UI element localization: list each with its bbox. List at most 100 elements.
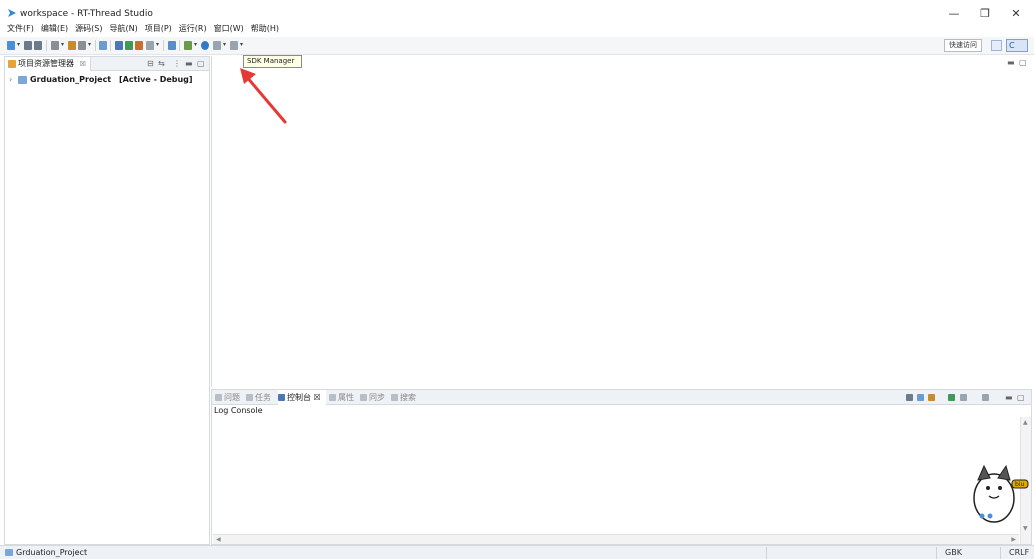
terminal-icon[interactable] — [125, 41, 133, 50]
display-console-icon[interactable] — [948, 394, 955, 401]
show-on-output-icon[interactable] — [917, 394, 924, 401]
minimize-button[interactable]: — — [945, 6, 963, 22]
toolbar-separator — [179, 40, 180, 51]
project-name: Grduation_Project — [30, 75, 112, 84]
menu-bar: 文件(F) 编辑(E) 源码(S) 导航(N) 项目(P) 运行(R) 窗口(W… — [0, 22, 286, 36]
new-dropdown-icon[interactable]: ▾ — [17, 41, 20, 48]
tab-console[interactable]: 控制台 ☒ — [278, 390, 326, 405]
back-icon[interactable] — [213, 41, 221, 50]
clean-icon[interactable] — [78, 41, 86, 50]
tab-project-explorer[interactable]: 项目资源管理器 ☒ — [5, 57, 91, 71]
flash-icon[interactable] — [184, 41, 192, 50]
menu-edit[interactable]: 编辑(E) — [41, 22, 68, 36]
restore-button[interactable]: ❐ — [976, 6, 994, 22]
console-output[interactable] — [213, 417, 1019, 535]
search-icon[interactable] — [146, 41, 154, 50]
menu-project[interactable]: 项目(P) — [145, 22, 172, 36]
forward-icon[interactable] — [230, 41, 238, 50]
c-perspective-label: C — [1009, 41, 1015, 50]
menu-file[interactable]: 文件(F) — [7, 22, 34, 36]
open-perspective-icon[interactable] — [991, 40, 1002, 51]
menu-run[interactable]: 运行(R) — [179, 22, 207, 36]
toolbar-separator — [46, 40, 47, 51]
menu-help[interactable]: 帮助(H) — [251, 22, 279, 36]
open-console-icon[interactable] — [960, 394, 967, 401]
tab-synchronize-label: 同步 — [369, 393, 385, 402]
build-dropdown-icon[interactable]: ▾ — [61, 41, 64, 48]
minimize-console-icon[interactable]: ▬ — [1005, 393, 1013, 403]
status-bar: Grduation_Project GBK CRLF — [0, 545, 1034, 559]
minimize-editor-icon[interactable]: ▬ — [1007, 58, 1015, 67]
annotation-arrow-icon — [240, 68, 287, 124]
status-encoding: GBK — [936, 547, 996, 559]
window-title: workspace - RT-Thread Studio — [20, 9, 153, 19]
mascot-sticker-icon: biu — [973, 464, 1029, 523]
new-console-icon[interactable] — [982, 394, 989, 401]
link-editor-icon[interactable]: ⇆ — [158, 59, 165, 69]
console-panel: 问题 任务 控制台 ☒ 属性 同步 搜索 ▬ ▢ Log Console ▲ ▼… — [211, 389, 1032, 545]
minimize-view-icon[interactable]: ▬ — [185, 59, 193, 69]
scroll-right-icon[interactable]: ▶ — [1011, 536, 1016, 543]
status-line-ending: CRLF — [1000, 547, 1034, 559]
flash-dropdown-icon[interactable]: ▾ — [194, 41, 197, 48]
maximize-view-icon[interactable]: ▢ — [197, 59, 205, 69]
scroll-lock-icon[interactable] — [906, 394, 913, 401]
tab-tasks[interactable]: 任务 — [246, 390, 271, 405]
back-dropdown-icon[interactable]: ▾ — [223, 41, 226, 48]
new-icon[interactable] — [7, 41, 15, 50]
download-icon[interactable] — [99, 41, 107, 50]
forward-dropdown-icon[interactable]: ▾ — [240, 41, 243, 48]
search-tab-icon — [391, 394, 398, 401]
menu-navigate[interactable]: 导航(N) — [109, 22, 137, 36]
close-button[interactable]: ✕ — [1007, 6, 1025, 22]
status-selected-item: Grduation_Project — [16, 548, 88, 557]
close-tab-icon[interactable]: ☒ — [80, 57, 86, 71]
expand-arrow-icon[interactable]: › — [9, 74, 12, 86]
main-toolbar: ▾ ▾ ▾ ▾ ▾ ▾ ▾ — [0, 37, 1034, 55]
problems-icon — [215, 394, 222, 401]
c-perspective-button[interactable]: C — [1006, 39, 1028, 52]
save-all-icon[interactable] — [34, 41, 42, 50]
tab-problems[interactable]: 问题 — [215, 390, 240, 405]
tab-synchronize[interactable]: 同步 — [360, 390, 385, 405]
quick-access-field[interactable]: 快速访问 — [944, 39, 982, 52]
title-bar: workspace - RT-Thread Studio — ❐ ✕ — [0, 0, 1034, 24]
editor-area[interactable]: ▬ ▢ — [211, 56, 1032, 387]
project-explorer-panel: 项目资源管理器 ☒ ⊟ ⇆ ⋮ ▬ ▢ › Grduation_Project … — [4, 56, 210, 545]
toolbar-separator — [110, 40, 111, 51]
scroll-down-icon[interactable]: ▼ — [1023, 525, 1028, 532]
project-build-config: [Active - Debug] — [119, 75, 193, 84]
tree-item-project[interactable]: › Grduation_Project [Active - Debug] — [9, 74, 199, 86]
tab-tasks-label: 任务 — [255, 393, 271, 402]
synchronize-icon — [360, 394, 367, 401]
console-title: Log Console — [214, 406, 263, 415]
clean-dropdown-icon[interactable]: ▾ — [88, 41, 91, 48]
settings-icon[interactable] — [168, 41, 176, 50]
search-dropdown-icon[interactable]: ▾ — [156, 41, 159, 48]
project-status-icon — [5, 549, 13, 556]
package-icon[interactable] — [135, 41, 143, 50]
project-explorer-tabbar: 项目资源管理器 ☒ ⊟ ⇆ ⋮ ▬ ▢ — [5, 57, 209, 71]
pin-console-icon[interactable] — [928, 394, 935, 401]
maximize-console-icon[interactable]: ▢ — [1017, 393, 1025, 403]
view-menu-icon[interactable]: ⋮ — [173, 59, 181, 69]
maximize-editor-icon[interactable]: ▢ — [1019, 58, 1027, 67]
status-divider — [766, 547, 767, 559]
sdk-manager-icon[interactable] — [201, 41, 209, 50]
tab-properties[interactable]: 属性 — [329, 390, 354, 405]
tasks-icon — [246, 394, 253, 401]
debug-icon[interactable] — [115, 41, 123, 50]
scroll-up-icon[interactable]: ▲ — [1023, 419, 1028, 426]
rebuild-icon[interactable] — [68, 41, 76, 50]
menu-source[interactable]: 源码(S) — [75, 22, 102, 36]
save-icon[interactable] — [24, 41, 32, 50]
build-icon[interactable] — [51, 41, 59, 50]
toolbar-separator — [163, 40, 164, 51]
collapse-all-icon[interactable]: ⊟ — [147, 59, 154, 69]
console-horizontal-scrollbar[interactable]: ◀ ▶ — [213, 534, 1019, 544]
tab-project-explorer-label: 项目资源管理器 — [18, 59, 74, 68]
tab-search[interactable]: 搜索 — [391, 390, 416, 405]
menu-window[interactable]: 窗口(W) — [214, 22, 244, 36]
scroll-left-icon[interactable]: ◀ — [216, 536, 221, 543]
tab-search-label: 搜索 — [400, 393, 416, 402]
